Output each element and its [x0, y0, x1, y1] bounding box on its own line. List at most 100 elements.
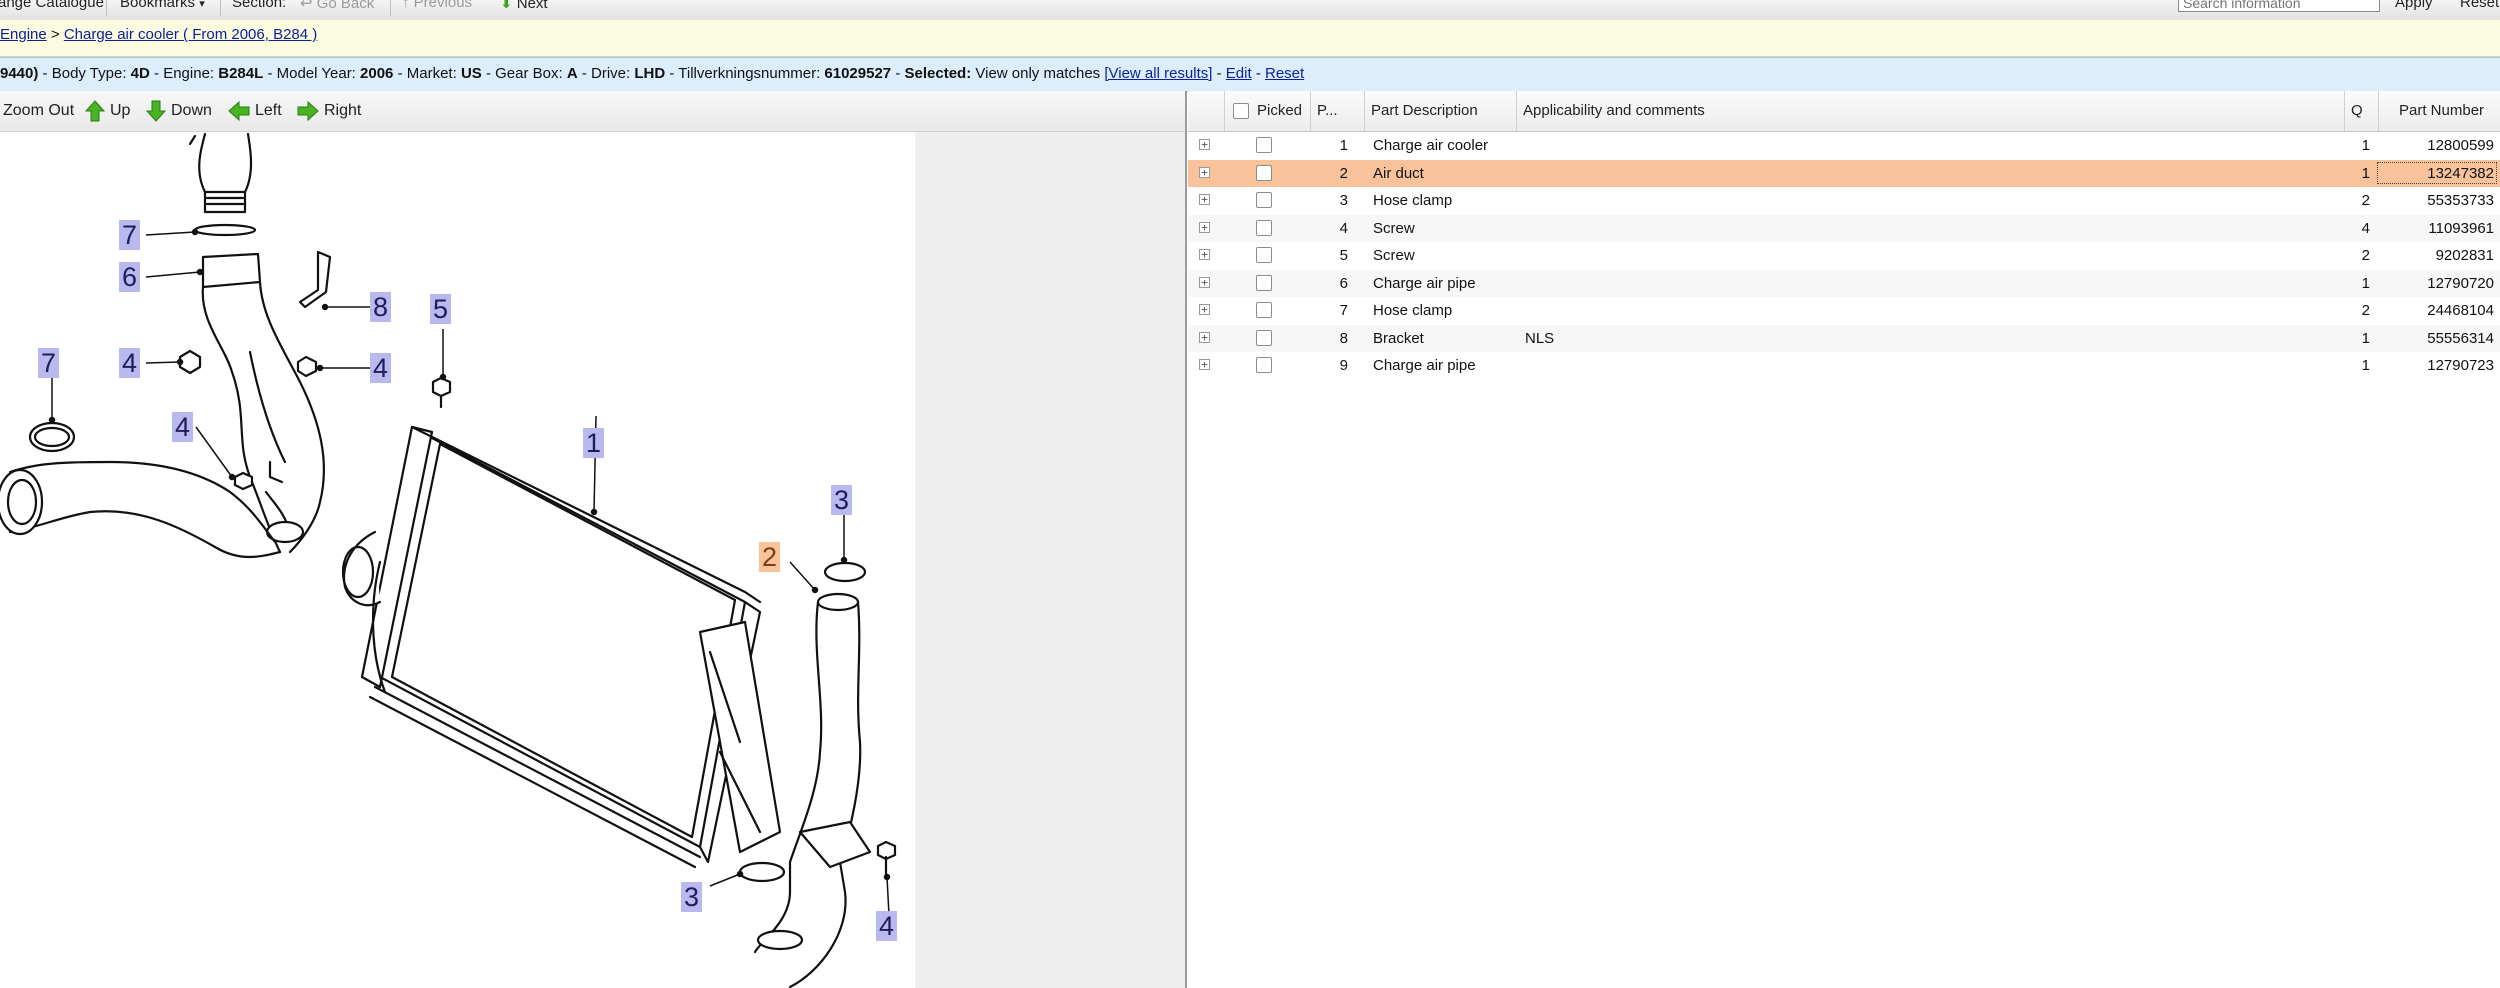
down-arrow-icon: ⬇	[500, 0, 513, 12]
position-number: 3	[1339, 192, 1348, 209]
callout-3[interactable]: 3	[831, 485, 853, 515]
pan-down-button[interactable]: Down	[146, 100, 212, 122]
go-back-icon: ↩	[300, 0, 313, 12]
pan-right-button[interactable]: Right	[297, 100, 361, 122]
table-row[interactable]: +1 Charge air cooler 1 12800599	[1188, 132, 2500, 159]
section-label: Section:	[232, 0, 287, 11]
table-row[interactable]: +8 Bracket NLS 1 55556314	[1188, 324, 2500, 352]
callout-7[interactable]: 7	[119, 220, 141, 250]
callout-4[interactable]: 4	[370, 353, 392, 383]
quantity: 4	[2361, 219, 2370, 237]
picked-header[interactable]: Picked	[1224, 91, 1302, 131]
expand-icon[interactable]: +	[1199, 221, 1210, 233]
gearbox-label: Gear Box:	[495, 65, 563, 82]
table-row[interactable]: +5 Screw 2 9202831	[1188, 242, 2500, 269]
pos-header[interactable]: P...	[1310, 91, 1364, 131]
part-description: Bracket	[1373, 329, 1424, 347]
edit-link[interactable]: Edit	[1226, 65, 1252, 82]
apply-button[interactable]: Apply	[2395, 0, 2433, 11]
go-back-button[interactable]: ↩ Go Back	[300, 0, 374, 12]
callout-2-selected[interactable]: 2	[759, 542, 781, 572]
breadcrumb-charge-air-cooler[interactable]: Charge air cooler ( From 2006, B284 )	[64, 26, 317, 43]
picked-checkbox[interactable]	[1256, 247, 1272, 263]
position-number: 6	[1339, 274, 1348, 292]
callout-1[interactable]: 1	[583, 428, 605, 458]
next-button[interactable]: ⬇ Next	[500, 0, 548, 12]
expand-icon[interactable]: +	[1199, 166, 1210, 178]
toolbar-separator	[220, 0, 221, 16]
expand-icon[interactable]: +	[1199, 304, 1210, 315]
table-row[interactable]: +3 Hose clamp 2 55353733	[1188, 187, 2500, 214]
previous-label: Previous	[413, 0, 473, 11]
table-row[interactable]: +6 Charge air pipe 1 12790720	[1188, 269, 2500, 297]
breadcrumb: Engine > Charge air cooler ( From 2006, …	[0, 20, 2500, 57]
expand-icon[interactable]: +	[1199, 194, 1210, 205]
picked-checkbox[interactable]	[1256, 164, 1272, 181]
quantity: 2	[2361, 247, 2370, 264]
catalogue-menu[interactable]: ange Catalogue	[0, 0, 104, 11]
table-row[interactable]: +9 Charge air pipe 1 12790723	[1188, 352, 2500, 379]
left-label: Left	[255, 102, 282, 119]
picked-checkbox[interactable]	[1256, 219, 1272, 236]
previous-button[interactable]: ↑ Previous	[402, 0, 472, 11]
zoom-out-label: Zoom Out	[3, 102, 75, 119]
callout-4[interactable]: 4	[172, 412, 194, 442]
position-number: 4	[1339, 219, 1348, 237]
table-row[interactable]: +4 Screw 4 11093961	[1188, 214, 2500, 242]
selected-label: Selected:	[904, 65, 972, 82]
description-header[interactable]: Part Description	[1364, 91, 1516, 131]
expand-icon[interactable]: +	[1199, 249, 1210, 260]
green-arrow-right-icon	[297, 101, 319, 121]
quantity: 2	[2361, 302, 2370, 319]
reset-link[interactable]: Reset	[1265, 65, 1304, 82]
callout-8[interactable]: 8	[370, 292, 392, 322]
pane-splitter[interactable]	[1185, 91, 1187, 988]
expand-icon[interactable]: +	[1199, 139, 1210, 150]
breadcrumb-engine[interactable]: Engine	[0, 26, 47, 43]
tillverkningsnummer-value: 61029527	[824, 65, 892, 82]
quantity: 1	[2361, 329, 2370, 347]
reset-button[interactable]: Reset	[2460, 0, 2499, 11]
pan-up-button[interactable]: Up	[85, 100, 130, 122]
callout-6[interactable]: 6	[119, 262, 141, 292]
picked-checkbox[interactable]	[1256, 192, 1272, 208]
picked-checkbox[interactable]	[1256, 137, 1272, 153]
go-back-label: Go Back	[316, 0, 375, 12]
market-label: Market:	[406, 65, 457, 82]
view-all-results-link[interactable]: [View all results]	[1104, 65, 1212, 82]
pan-left-button[interactable]: Left	[228, 100, 282, 122]
search-input[interactable]	[2178, 0, 2380, 12]
callout-4[interactable]: 4	[119, 348, 141, 378]
model-year-value: 2006	[360, 65, 394, 82]
position-number: 5	[1339, 247, 1348, 264]
bookmarks-menu[interactable]: Bookmarks ▾	[120, 0, 205, 11]
expand-icon[interactable]: +	[1199, 276, 1210, 288]
qty-header[interactable]: Q	[2344, 91, 2378, 131]
part-description: Hose clamp	[1373, 302, 1453, 319]
part-number: 12800599	[2427, 137, 2494, 154]
callout-4[interactable]: 4	[876, 911, 898, 941]
callout-5[interactable]: 5	[430, 294, 452, 324]
table-row[interactable]: +7 Hose clamp 2 24468104	[1188, 297, 2500, 324]
part-description: Charge air pipe	[1373, 274, 1476, 292]
picked-checkbox[interactable]	[1256, 274, 1272, 291]
applicability-header[interactable]: Applicability and comments	[1516, 91, 2344, 131]
zoom-out-button[interactable]: Zoom Out	[3, 100, 74, 122]
select-all-checkbox[interactable]	[1233, 103, 1249, 119]
parts-table-header: Picked P... Part Description Applicabili…	[1188, 91, 2500, 132]
part-description: Air duct	[1373, 164, 1424, 182]
expand-icon[interactable]: +	[1199, 331, 1210, 343]
part-number-header[interactable]: Part Number	[2378, 91, 2500, 131]
vehicle-id: 9440)	[0, 65, 39, 82]
engine-value: B284L	[218, 65, 264, 82]
picked-checkbox[interactable]	[1256, 357, 1272, 373]
picked-checkbox[interactable]	[1256, 329, 1272, 346]
table-row[interactable]: +2 Air duct 1 13247382	[1188, 159, 2500, 187]
next-label: Next	[516, 0, 548, 12]
callout-7[interactable]: 7	[38, 348, 60, 378]
part-number: 9202831	[2435, 247, 2494, 264]
part-description: Charge air pipe	[1373, 357, 1476, 374]
callout-3[interactable]: 3	[681, 882, 703, 912]
expand-icon[interactable]: +	[1199, 359, 1210, 370]
picked-checkbox[interactable]	[1256, 302, 1272, 318]
